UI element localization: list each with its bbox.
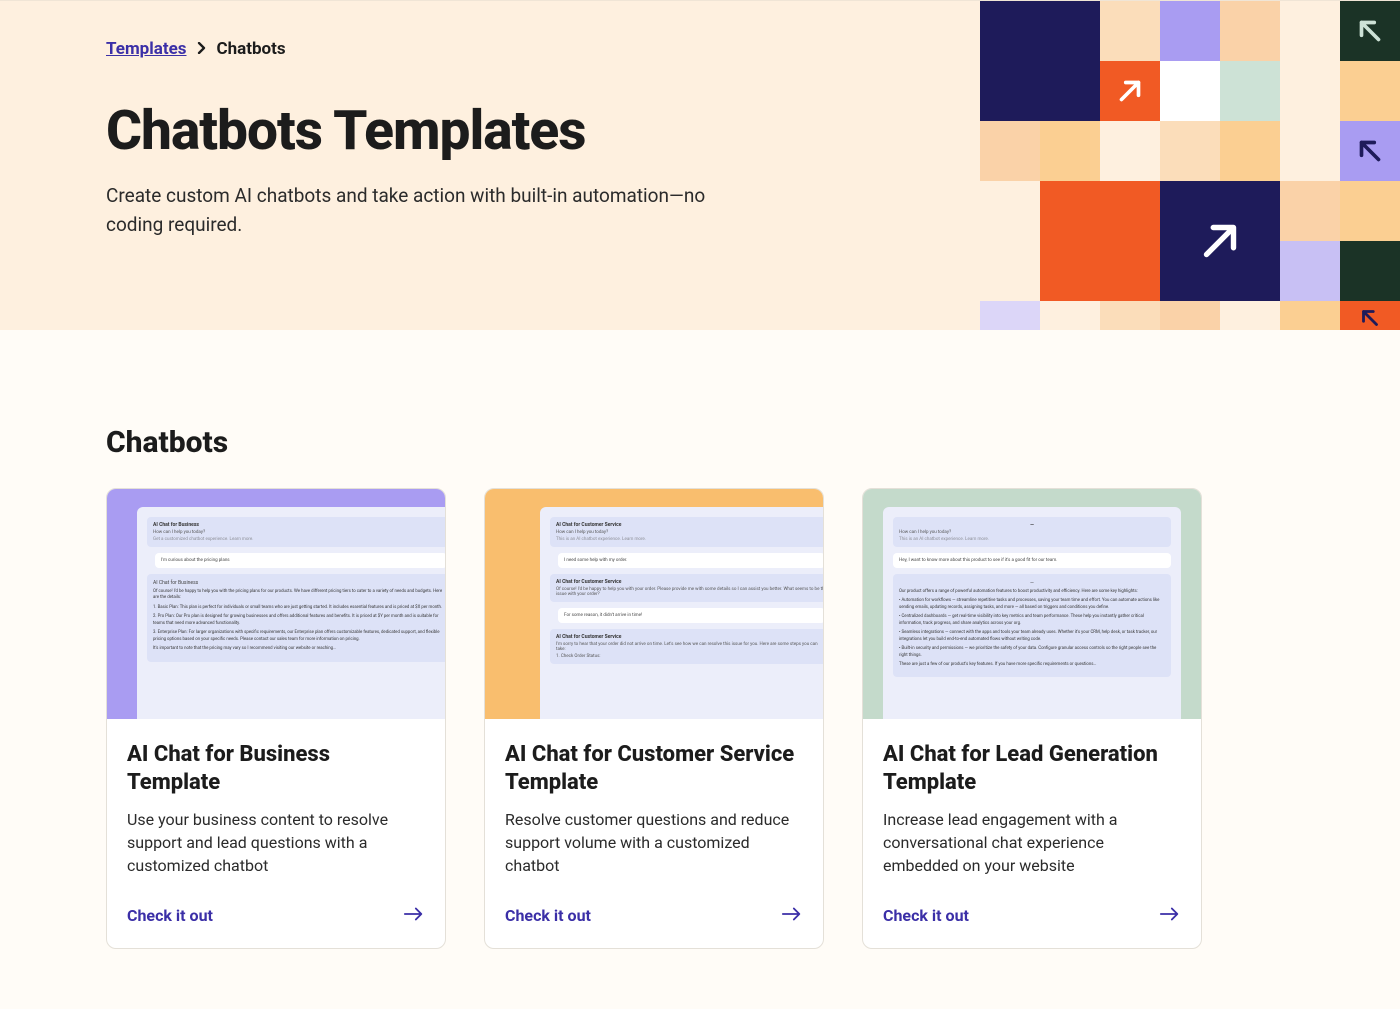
card-thumbnail: —How can I help you today?This is an AI … — [863, 489, 1201, 719]
section-heading: Chatbots — [106, 425, 1294, 460]
breadcrumb-current: Chatbots — [217, 39, 286, 59]
template-card[interactable]: AI Chat for BusinessHow can I help you t… — [106, 488, 446, 949]
card-thumbnail: AI Chat for BusinessHow can I help you t… — [107, 489, 445, 719]
hero-banner: Templates Chatbots Chatbots Templates Cr… — [0, 0, 1400, 330]
breadcrumb-root-link[interactable]: Templates — [106, 39, 187, 59]
card-title: AI Chat for Customer Service Template — [505, 741, 803, 796]
template-card[interactable]: —How can I help you today?This is an AI … — [862, 488, 1202, 949]
card-title: AI Chat for Lead Generation Template — [883, 741, 1181, 796]
card-thumbnail: AI Chat for Customer ServiceHow can I he… — [485, 489, 823, 719]
page-title: Chatbots Templates — [106, 99, 880, 163]
card-description: Resolve customer questions and reduce su… — [505, 808, 803, 878]
arrow-right-icon — [781, 906, 803, 926]
arrow-right-icon — [403, 906, 425, 926]
card-grid: AI Chat for BusinessHow can I help you t… — [106, 488, 1294, 949]
card-title: AI Chat for Business Template — [127, 741, 425, 796]
card-cta-link[interactable]: Check it out — [127, 906, 425, 926]
card-cta-label: Check it out — [883, 906, 969, 925]
card-cta-label: Check it out — [505, 906, 591, 925]
chevron-right-icon — [197, 40, 207, 58]
card-cta-link[interactable]: Check it out — [505, 906, 803, 926]
chatbots-section: Chatbots AI Chat for BusinessHow can I h… — [0, 330, 1400, 1009]
template-card[interactable]: AI Chat for Customer ServiceHow can I he… — [484, 488, 824, 949]
card-description: Use your business content to resolve sup… — [127, 808, 425, 878]
decorative-grid — [980, 1, 1400, 330]
card-description: Increase lead engagement with a conversa… — [883, 808, 1181, 878]
page-description: Create custom AI chatbots and take actio… — [106, 181, 766, 240]
arrow-right-icon — [1159, 906, 1181, 926]
card-cta-label: Check it out — [127, 906, 213, 925]
breadcrumb: Templates Chatbots — [106, 39, 880, 59]
card-cta-link[interactable]: Check it out — [883, 906, 1181, 926]
